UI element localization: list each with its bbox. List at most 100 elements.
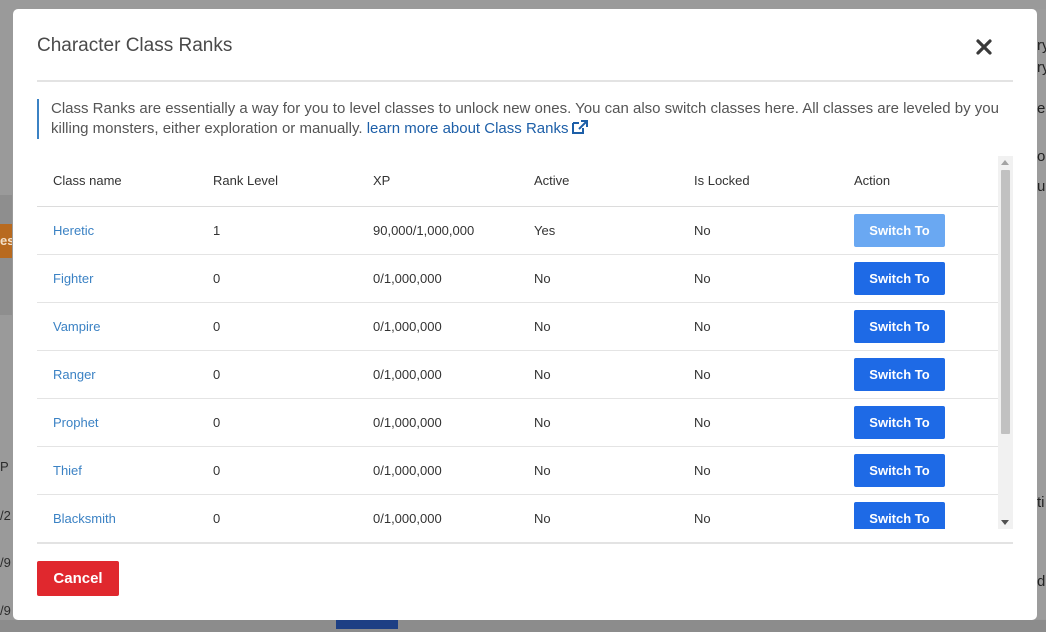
info-callout: Class Ranks are essentially a way for yo… (37, 99, 1013, 139)
table-row: Prophet 0 0/1,000,000 No No Switch To (37, 398, 998, 447)
action-cell: Switch To (838, 398, 998, 447)
background-bottom-strip (0, 620, 1046, 632)
xp-cell: 0/1,000,000 (357, 494, 518, 529)
background-left-text: P (0, 459, 9, 474)
xp-cell: 0/1,000,000 (357, 254, 518, 303)
header-class-name: Class name (37, 156, 197, 207)
background-right-text: o (1037, 148, 1046, 165)
class-ranks-table: Class name Rank Level XP Active Is Locke… (37, 156, 998, 529)
modal-title: Character Class Ranks (37, 35, 233, 56)
external-link-icon (571, 119, 589, 135)
background-right-text: d (1037, 573, 1046, 590)
class-name-cell: Heretic (37, 206, 197, 255)
xp-cell: 0/1,000,000 (357, 350, 518, 399)
table-scrollbar[interactable] (998, 156, 1013, 529)
learn-more-label: learn more about Class Ranks (366, 120, 569, 137)
table-row: Fighter 0 0/1,000,000 No No Switch To (37, 254, 998, 303)
header-rank-level: Rank Level (197, 156, 357, 207)
switch-to-button[interactable]: Switch To (854, 261, 945, 295)
table-header-row: Class name Rank Level XP Active Is Locke… (37, 156, 998, 207)
header-xp: XP (357, 156, 518, 207)
class-name-cell: Ranger (37, 350, 197, 399)
switch-to-button: Switch To (854, 213, 945, 247)
rank-level-cell: 0 (197, 494, 357, 529)
header-action: Action (838, 156, 998, 207)
background-right-text: ry (1037, 37, 1046, 54)
rank-level-cell: 0 (197, 446, 357, 495)
table-row: Blacksmith 0 0/1,000,000 No No Switch To (37, 494, 998, 529)
table-row: Ranger 0 0/1,000,000 No No Switch To (37, 350, 998, 399)
background-left-text: /9, (0, 555, 12, 570)
rank-level-cell: 0 (197, 398, 357, 447)
class-name-link[interactable]: Ranger (53, 367, 96, 382)
background-left-text: /9, (0, 603, 12, 618)
background-button (336, 620, 398, 629)
class-name-link[interactable]: Vampire (53, 319, 100, 334)
scroll-thumb[interactable] (1001, 170, 1010, 434)
class-ranks-table-container[interactable]: Class name Rank Level XP Active Is Locke… (37, 156, 1013, 529)
class-name-link[interactable]: Heretic (53, 223, 94, 238)
background-right-text: ti (1037, 494, 1045, 511)
active-cell: Yes (518, 206, 678, 255)
action-cell: Switch To (838, 206, 998, 255)
table-row: Heretic 1 90,000/1,000,000 Yes No Switch… (37, 206, 998, 255)
rank-level-cell: 1 (197, 206, 357, 255)
background-right-text: ry (1037, 59, 1046, 76)
xp-cell: 90,000/1,000,000 (357, 206, 518, 255)
active-cell: No (518, 446, 678, 495)
switch-to-button[interactable]: Switch To (854, 357, 945, 391)
table-row: Vampire 0 0/1,000,000 No No Switch To (37, 302, 998, 351)
action-cell: Switch To (838, 446, 998, 495)
locked-cell: No (678, 350, 838, 399)
rank-level-cell: 0 (197, 350, 357, 399)
locked-cell: No (678, 206, 838, 255)
scroll-up-arrow-icon[interactable] (1001, 160, 1009, 165)
active-cell: No (518, 398, 678, 447)
background-right-text: ur (1037, 178, 1046, 195)
learn-more-link[interactable]: learn more about Class Ranks (367, 120, 590, 137)
close-icon[interactable] (973, 36, 995, 58)
action-cell: Switch To (838, 350, 998, 399)
class-name-cell: Blacksmith (37, 494, 197, 529)
modal-footer: Cancel (37, 542, 1013, 596)
class-name-link[interactable]: Fighter (53, 271, 93, 286)
xp-cell: 0/1,000,000 (357, 302, 518, 351)
xp-cell: 0/1,000,000 (357, 398, 518, 447)
table-row: Thief 0 0/1,000,000 No No Switch To (37, 446, 998, 495)
switch-to-button[interactable]: Switch To (854, 309, 945, 343)
class-name-link[interactable]: Prophet (53, 415, 99, 430)
class-name-cell: Fighter (37, 254, 197, 303)
class-name-link[interactable]: Blacksmith (53, 511, 116, 526)
active-cell: No (518, 350, 678, 399)
cancel-button[interactable]: Cancel (37, 561, 119, 596)
rank-level-cell: 0 (197, 254, 357, 303)
background-right-text: e (1037, 100, 1046, 117)
action-cell: Switch To (838, 254, 998, 303)
locked-cell: No (678, 446, 838, 495)
class-name-link[interactable]: Thief (53, 463, 82, 478)
background-orange-button: es (0, 224, 12, 258)
action-cell: Switch To (838, 494, 998, 529)
switch-to-button[interactable]: Switch To (854, 453, 945, 487)
locked-cell: No (678, 494, 838, 529)
class-name-cell: Thief (37, 446, 197, 495)
background-left-text: /2 (0, 508, 11, 523)
scroll-down-arrow-icon[interactable] (1001, 520, 1009, 525)
switch-to-button[interactable]: Switch To (854, 501, 945, 529)
modal-header: Character Class Ranks (37, 9, 1013, 82)
switch-to-button[interactable]: Switch To (854, 405, 945, 439)
class-name-cell: Vampire (37, 302, 197, 351)
locked-cell: No (678, 302, 838, 351)
active-cell: No (518, 302, 678, 351)
action-cell: Switch To (838, 302, 998, 351)
active-cell: No (518, 494, 678, 529)
rank-level-cell: 0 (197, 302, 357, 351)
class-ranks-modal: Character Class Ranks Class Ranks are es… (13, 9, 1037, 620)
locked-cell: No (678, 398, 838, 447)
xp-cell: 0/1,000,000 (357, 446, 518, 495)
active-cell: No (518, 254, 678, 303)
class-name-cell: Prophet (37, 398, 197, 447)
header-active: Active (518, 156, 678, 207)
locked-cell: No (678, 254, 838, 303)
header-is-locked: Is Locked (678, 156, 838, 207)
